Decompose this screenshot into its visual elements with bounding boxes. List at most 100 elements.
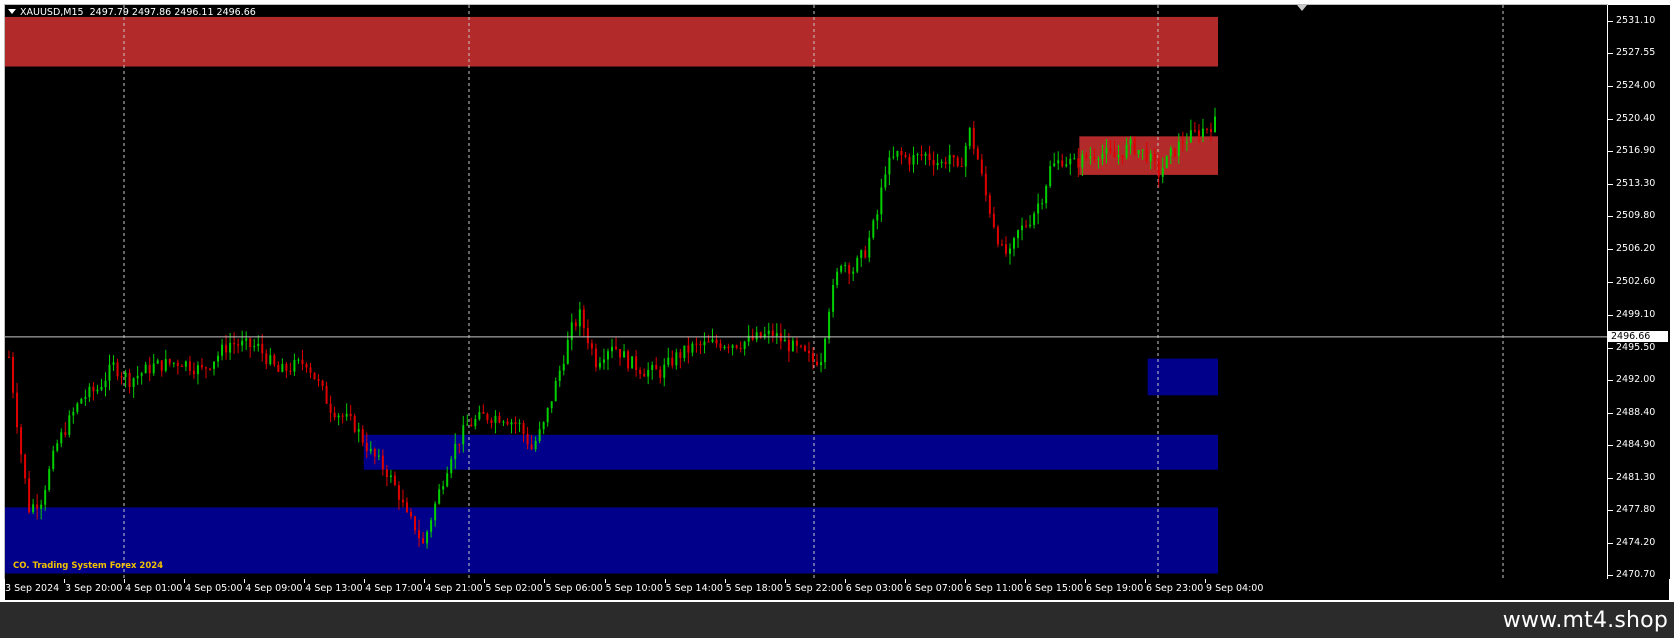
candle bbox=[180, 364, 183, 367]
price-tick bbox=[1608, 575, 1613, 577]
candle bbox=[1133, 136, 1136, 156]
candle-body bbox=[518, 423, 521, 425]
candle-body bbox=[916, 154, 919, 156]
price-label: 2506.20 bbox=[1616, 243, 1656, 255]
candle-body bbox=[277, 364, 280, 372]
symbol-name: XAUUSD,M15 bbox=[20, 7, 84, 18]
price-chart[interactable] bbox=[5, 5, 1607, 579]
candle-body bbox=[1105, 148, 1108, 154]
candle bbox=[68, 410, 71, 438]
candle-body bbox=[353, 416, 356, 432]
candle-body bbox=[333, 412, 336, 418]
candle-body bbox=[148, 364, 151, 374]
candle-body bbox=[88, 386, 91, 398]
candle-body bbox=[16, 392, 19, 428]
supply-zone-0 bbox=[5, 16, 1218, 67]
candle bbox=[948, 144, 951, 173]
candle bbox=[273, 353, 276, 368]
candle-body bbox=[345, 413, 348, 417]
candle-body bbox=[526, 433, 529, 445]
candle-body bbox=[675, 352, 678, 366]
candle-body bbox=[928, 153, 931, 161]
candle-body bbox=[988, 195, 991, 214]
candle-body bbox=[884, 174, 887, 188]
candle bbox=[176, 359, 179, 375]
candle-body bbox=[361, 429, 364, 443]
candle-body bbox=[1085, 154, 1088, 159]
candle bbox=[357, 422, 360, 443]
candle bbox=[285, 362, 288, 379]
candle-body bbox=[144, 364, 147, 374]
candle bbox=[699, 340, 702, 355]
candle-body bbox=[410, 512, 412, 517]
candle bbox=[755, 326, 758, 343]
time-label: 6 Sep 23:00 bbox=[1145, 583, 1204, 594]
candle bbox=[405, 497, 408, 514]
candle-body bbox=[393, 475, 396, 486]
candle-body bbox=[1029, 224, 1032, 226]
footer-bar: www.mt4.shop bbox=[0, 602, 1674, 638]
candle-body bbox=[562, 363, 565, 371]
candle bbox=[611, 338, 613, 359]
candle-body bbox=[860, 250, 863, 258]
candle-body bbox=[377, 455, 380, 457]
candle-body bbox=[751, 335, 754, 340]
candle-body bbox=[1101, 153, 1104, 160]
candle-body bbox=[48, 469, 51, 490]
candle-body bbox=[225, 344, 228, 353]
candle-body bbox=[265, 353, 268, 365]
dropdown-triangle-icon[interactable] bbox=[8, 9, 16, 14]
candle bbox=[112, 355, 115, 371]
candle-body bbox=[1165, 155, 1168, 169]
candle bbox=[904, 151, 907, 159]
candle bbox=[643, 368, 646, 377]
candle-body bbox=[767, 330, 770, 335]
time-label: 5 Sep 18:00 bbox=[725, 583, 783, 594]
candle-body bbox=[888, 157, 891, 175]
candle bbox=[803, 344, 806, 353]
candle bbox=[791, 337, 794, 352]
candle bbox=[1000, 239, 1003, 247]
chart-shift-marker[interactable] bbox=[1297, 5, 1307, 11]
candle-body bbox=[679, 352, 682, 359]
candle bbox=[1041, 198, 1044, 210]
time-label: 6 Sep 03:00 bbox=[845, 583, 904, 594]
candle-body bbox=[237, 344, 240, 346]
candle bbox=[204, 366, 207, 379]
candle-body bbox=[430, 520, 433, 532]
candle bbox=[570, 313, 573, 351]
candle-body bbox=[1145, 149, 1148, 162]
candle-body bbox=[715, 339, 718, 344]
candle-body bbox=[84, 397, 87, 399]
candle-body bbox=[156, 360, 159, 364]
candle-body bbox=[1045, 185, 1048, 204]
candle bbox=[438, 483, 441, 505]
candle-body bbox=[602, 359, 605, 363]
candle-body bbox=[848, 264, 851, 274]
candle-body bbox=[309, 367, 312, 373]
candle-body bbox=[124, 372, 127, 378]
candle bbox=[333, 406, 336, 421]
time-label: 5 Sep 14:00 bbox=[665, 583, 723, 594]
candle bbox=[265, 349, 268, 370]
candle bbox=[245, 331, 248, 350]
time-label: 6 Sep 19:00 bbox=[1085, 583, 1144, 594]
plot-area[interactable]: XAUUSD,M15 2497.79 2497.86 2496.11 2496.… bbox=[4, 4, 1608, 580]
price-scale[interactable]: 2531.10 2527.55 2524.00 2520.40 2516.90 2513.… bbox=[1607, 5, 1670, 580]
candle-body bbox=[357, 429, 360, 432]
candle-body bbox=[289, 370, 292, 372]
candle-body bbox=[365, 442, 368, 452]
price-label: 2477.80 bbox=[1616, 504, 1656, 516]
candle-body bbox=[385, 469, 388, 478]
candle bbox=[184, 360, 187, 372]
price-tick bbox=[1608, 184, 1613, 186]
candle-body bbox=[329, 403, 332, 413]
candle-body bbox=[64, 432, 67, 435]
candle-body bbox=[783, 339, 786, 342]
candle-body bbox=[775, 333, 778, 336]
candle-body bbox=[56, 443, 59, 451]
candle bbox=[771, 323, 774, 343]
candle-body bbox=[876, 214, 879, 221]
time-scale[interactable]: 3 Sep 2024 3 Sep 20:00 4 Sep 01:00 4 Sep 05… bbox=[4, 579, 1669, 600]
candle bbox=[293, 353, 296, 376]
